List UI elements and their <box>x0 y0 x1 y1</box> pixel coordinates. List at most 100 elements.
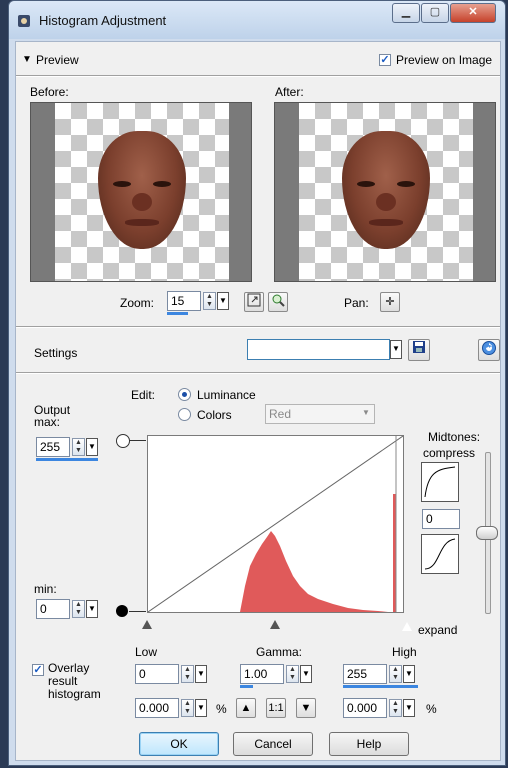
floppy-save-icon <box>413 341 425 353</box>
save-preset-button[interactable] <box>408 339 430 361</box>
gamma-marker[interactable] <box>270 620 280 629</box>
low-percent-input[interactable]: 0.000 <box>135 698 179 718</box>
help-button[interactable]: Help <box>329 732 409 756</box>
zoom-spinner[interactable]: ▲ ▼ <box>203 292 216 310</box>
output-min-handle[interactable] <box>116 605 128 617</box>
before-preview[interactable] <box>30 102 252 282</box>
output-max-slider-fill[interactable] <box>36 458 98 461</box>
close-button[interactable]: ✕ <box>450 3 496 23</box>
high-percent-sign: % <box>426 702 437 716</box>
divider <box>16 75 500 77</box>
histogram-area <box>240 531 388 612</box>
low-percent-sign: % <box>216 702 227 716</box>
low-marker[interactable] <box>142 620 152 629</box>
gamma-decrease-button[interactable]: ▼ <box>296 698 316 718</box>
output-min-spinner[interactable]: ▲ ▼ <box>72 600 85 618</box>
zoom-fit-icon <box>247 293 261 307</box>
output-max-dropdown-button[interactable]: ▼ <box>86 438 98 456</box>
colors-radio[interactable] <box>178 408 191 421</box>
high-label: High <box>392 645 417 659</box>
window-title: Histogram Adjustment <box>39 13 167 28</box>
reset-circle-icon <box>482 341 496 355</box>
low-spinner[interactable]: ▲ ▼ <box>181 665 194 683</box>
high-slider-fill[interactable] <box>343 685 418 688</box>
gamma-dropdown-button[interactable]: ▼ <box>300 665 312 683</box>
gamma-slider-fill[interactable] <box>240 685 253 688</box>
zoom-dropdown-button[interactable]: ▼ <box>217 292 229 310</box>
preview-toggle[interactable]: Preview <box>36 53 79 67</box>
zoom-label: Zoom: <box>120 296 155 310</box>
midtones-compress-label: compress <box>423 446 476 460</box>
preview-toggle-arrow-icon[interactable]: ▼ <box>22 54 32 65</box>
cancel-button[interactable]: Cancel <box>233 732 313 756</box>
output-max-input[interactable]: 255 <box>36 437 70 457</box>
output-max-handle[interactable] <box>116 434 130 448</box>
settings-dropdown-button[interactable]: ▼ <box>390 340 402 359</box>
dialog-window: Histogram Adjustment ▁ ▢ ✕ ▼ Preview ✓ P… <box>8 0 506 766</box>
preview-on-image-checkbox[interactable]: ✓ <box>379 54 391 66</box>
overlay-histogram-checkbox[interactable]: ✓ <box>32 664 44 676</box>
midtones-expand-label: expand <box>418 623 458 637</box>
zoom-input[interactable]: 15 <box>167 291 201 311</box>
output-max-spinner[interactable]: ▲ ▼ <box>72 438 85 456</box>
reset-default-button[interactable] <box>478 339 500 361</box>
high-input[interactable]: 255 <box>343 664 387 684</box>
app-icon <box>18 15 30 27</box>
gamma-increase-button[interactable]: ▲ <box>236 698 256 718</box>
output-min-input[interactable]: 0 <box>36 599 70 619</box>
after-label: After: <box>275 85 304 99</box>
zoom-slider-fill[interactable] <box>167 312 188 315</box>
before-label: Before: <box>30 85 69 99</box>
dialog-body: ▼ Preview ✓ Preview on Image Before: Aft… <box>15 41 501 761</box>
pan-button[interactable]: ✛ <box>380 292 400 312</box>
output-max-label: Output max: <box>34 403 71 429</box>
expand-curve-icon <box>421 534 459 574</box>
high-percent-spinner[interactable]: ▲ ▼ <box>389 699 402 717</box>
high-percent-input[interactable]: 0.000 <box>343 698 387 718</box>
high-dropdown-button[interactable]: ▼ <box>403 665 415 683</box>
low-label: Low <box>135 645 158 659</box>
expand-marker-icon <box>402 622 412 631</box>
ok-button[interactable]: OK <box>139 732 219 756</box>
output-min-label: min: <box>34 582 57 596</box>
maximize-button[interactable]: ▢ <box>421 3 449 23</box>
gamma-reset-button[interactable]: 1:1 <box>266 698 286 718</box>
zoom-to-fit-button[interactable] <box>244 292 264 312</box>
luminance-radio[interactable] <box>178 388 191 401</box>
overlay-histogram-label: Overlay result histogram <box>48 661 101 701</box>
output-min-dropdown-button[interactable]: ▼ <box>86 600 98 618</box>
settings-preset-select[interactable] <box>247 339 390 360</box>
title-bar[interactable]: Histogram Adjustment ▁ ▢ ✕ <box>9 1 505 39</box>
gamma-input[interactable]: 1.00 <box>240 664 284 684</box>
pan-label: Pan: <box>344 296 369 310</box>
output-max-connector <box>129 440 146 441</box>
midtones-input[interactable]: 0 <box>422 509 460 529</box>
settings-label: Settings <box>34 346 78 360</box>
midtones-slider-thumb[interactable] <box>476 526 498 540</box>
low-input[interactable]: 0 <box>135 664 179 684</box>
triangle-down-icon: ▼ <box>300 702 312 714</box>
color-channel-dropdown-icon: ▼ <box>362 408 370 417</box>
histogram-plot <box>147 435 404 613</box>
low-percent-dropdown-button[interactable]: ▼ <box>195 699 207 717</box>
high-spinner[interactable]: ▲ ▼ <box>389 665 402 683</box>
after-preview[interactable] <box>274 102 496 282</box>
colors-label: Colors <box>197 408 232 422</box>
gamma-label: Gamma: <box>256 645 303 659</box>
color-channel-select[interactable]: Red <box>265 404 375 424</box>
gamma-spinner[interactable]: ▲ ▼ <box>286 665 299 683</box>
low-percent-spinner[interactable]: ▲ ▼ <box>181 699 194 717</box>
zoom-reset-button[interactable] <box>268 292 288 312</box>
low-dropdown-button[interactable]: ▼ <box>195 665 207 683</box>
preview-on-image-label: Preview on Image <box>396 53 493 67</box>
high-percent-dropdown-button[interactable]: ▼ <box>403 699 415 717</box>
minimize-button[interactable]: ▁ <box>392 3 420 23</box>
divider <box>16 372 500 374</box>
luminance-label: Luminance <box>197 388 256 402</box>
divider <box>16 326 500 328</box>
edit-label: Edit: <box>131 388 156 402</box>
zoom-magnifier-icon <box>272 294 285 307</box>
histogram-graph[interactable] <box>147 435 404 613</box>
compress-curve-icon <box>421 462 459 502</box>
midtones-label: Midtones: <box>428 430 481 444</box>
